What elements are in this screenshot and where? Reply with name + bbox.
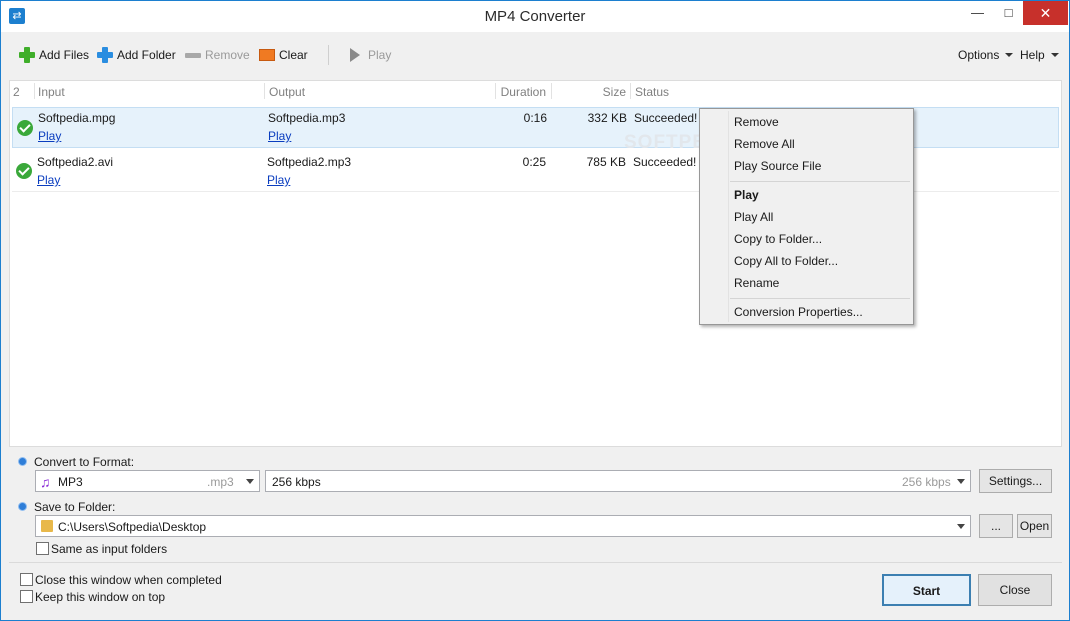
menu-item-play[interactable]: Play (734, 188, 759, 202)
context-menu: Remove Remove All Play Source File Play … (699, 108, 914, 325)
maximize-button[interactable]: □ (993, 1, 1024, 25)
header-divider (630, 83, 631, 99)
format-extension: .mp3 (207, 475, 234, 489)
convert-format-label: Convert to Format: (34, 455, 135, 469)
chevron-down-icon (1050, 53, 1059, 57)
save-folder-label: Save to Folder: (34, 500, 116, 514)
chevron-down-icon (957, 524, 965, 529)
add-icon (19, 47, 35, 63)
settings-button[interactable]: Settings... (979, 469, 1052, 493)
same-as-input-checkbox[interactable] (36, 542, 49, 555)
status-value: Succeeded! (634, 111, 698, 125)
menu-item-conversion-properties[interactable]: Conversion Properties... (734, 305, 863, 319)
status-value: Succeeded! (633, 155, 697, 169)
column-header-input[interactable]: Input (38, 85, 65, 99)
divider (9, 562, 1062, 563)
add-files-label: Add Files (39, 48, 90, 62)
header-divider (264, 83, 265, 99)
options-menu[interactable]: Options (958, 46, 1014, 64)
menu-item-rename[interactable]: Rename (734, 276, 779, 290)
app-window: ⇄ MP4 Converter — □ ✕ Add Files Add Fold… (0, 0, 1070, 621)
output-filename: Softpedia2.mp3 (267, 155, 352, 169)
keep-on-top-label: Keep this window on top (35, 590, 166, 604)
column-header-output[interactable]: Output (269, 85, 305, 99)
success-check-icon (16, 163, 32, 179)
music-note-icon: ♫ (40, 474, 51, 490)
clear-label: Clear (279, 48, 308, 62)
close-window-button[interactable]: ✕ (1023, 1, 1068, 25)
options-label: Options (958, 48, 1000, 62)
add-folder-button[interactable]: Add Folder (97, 46, 176, 64)
input-filename: Softpedia.mpg (38, 111, 116, 125)
title-bar: ⇄ MP4 Converter — □ ✕ (1, 1, 1069, 32)
minimize-button[interactable]: — (962, 1, 993, 25)
format-value: MP3 (58, 475, 83, 489)
format-select[interactable]: ♫ MP3 .mp3 (35, 470, 260, 492)
size-value: 785 KB (586, 155, 626, 169)
toolbar-separator (328, 45, 329, 65)
menu-item-play-source-file[interactable]: Play Source File (734, 159, 821, 173)
output-filename: Softpedia.mp3 (268, 111, 346, 125)
column-header-status[interactable]: Status (635, 85, 669, 99)
input-filename: Softpedia2.avi (37, 155, 114, 169)
open-folder-button[interactable]: Open (1017, 514, 1052, 538)
keep-on-top-checkbox[interactable] (20, 590, 33, 603)
menu-icon-strip (728, 111, 729, 322)
menu-item-copy-to-folder[interactable]: Copy to Folder... (734, 232, 822, 246)
bitrate-hint: 256 kbps (902, 475, 951, 489)
clear-icon (259, 49, 275, 61)
browse-button[interactable]: ... (979, 514, 1013, 538)
play-button[interactable]: Play (350, 46, 391, 64)
add-folder-icon (97, 47, 113, 63)
help-menu[interactable]: Help (1020, 46, 1059, 64)
play-icon (350, 48, 360, 62)
add-folder-label: Add Folder (117, 48, 176, 62)
header-divider (34, 83, 35, 99)
duration-value: 0:16 (523, 111, 547, 125)
remove-button[interactable]: Remove (185, 46, 250, 64)
close-when-completed-label: Close this window when completed (35, 573, 222, 587)
help-label: Help (1020, 48, 1045, 62)
chevron-down-icon (1005, 53, 1014, 57)
menu-item-remove-all[interactable]: Remove All (734, 137, 795, 151)
section-bullet-icon (18, 457, 27, 466)
folder-icon (41, 520, 53, 532)
close-when-completed-checkbox[interactable] (20, 573, 33, 586)
same-as-input-label: Same as input folders (51, 542, 168, 556)
column-header-duration[interactable]: Duration (490, 85, 546, 99)
add-files-button[interactable]: Add Files (19, 46, 89, 64)
size-value: 332 KB (587, 111, 627, 125)
bitrate-select[interactable]: 256 kbps 256 kbps (265, 470, 971, 492)
save-folder-select[interactable]: C:\Users\Softpedia\Desktop (35, 515, 971, 537)
menu-item-play-all[interactable]: Play All (734, 210, 773, 224)
chevron-down-icon (957, 479, 965, 484)
start-button[interactable]: Start (882, 574, 971, 606)
remove-icon (185, 52, 201, 58)
play-input-link[interactable]: Play (38, 129, 61, 143)
play-label: Play (368, 48, 392, 62)
play-output-link[interactable]: Play (268, 129, 291, 143)
menu-separator (730, 181, 910, 182)
file-count: 2 (13, 85, 20, 99)
chevron-down-icon (246, 479, 254, 484)
column-header-size[interactable]: Size (570, 85, 626, 99)
remove-label: Remove (205, 48, 250, 62)
close-button[interactable]: Close (978, 574, 1052, 606)
success-check-icon (17, 120, 33, 136)
menu-item-copy-all-to-folder[interactable]: Copy All to Folder... (734, 254, 838, 268)
window-title: MP4 Converter (484, 8, 586, 25)
menu-item-remove[interactable]: Remove (734, 115, 779, 129)
clear-button[interactable]: Clear (259, 46, 308, 64)
play-output-link[interactable]: Play (267, 173, 290, 187)
header-divider (551, 83, 552, 99)
play-input-link[interactable]: Play (37, 173, 60, 187)
section-bullet-icon (18, 502, 27, 511)
duration-value: 0:25 (522, 155, 546, 169)
save-folder-path: C:\Users\Softpedia\Desktop (58, 520, 207, 534)
menu-separator (730, 298, 910, 299)
bitrate-value: 256 kbps (272, 475, 321, 489)
